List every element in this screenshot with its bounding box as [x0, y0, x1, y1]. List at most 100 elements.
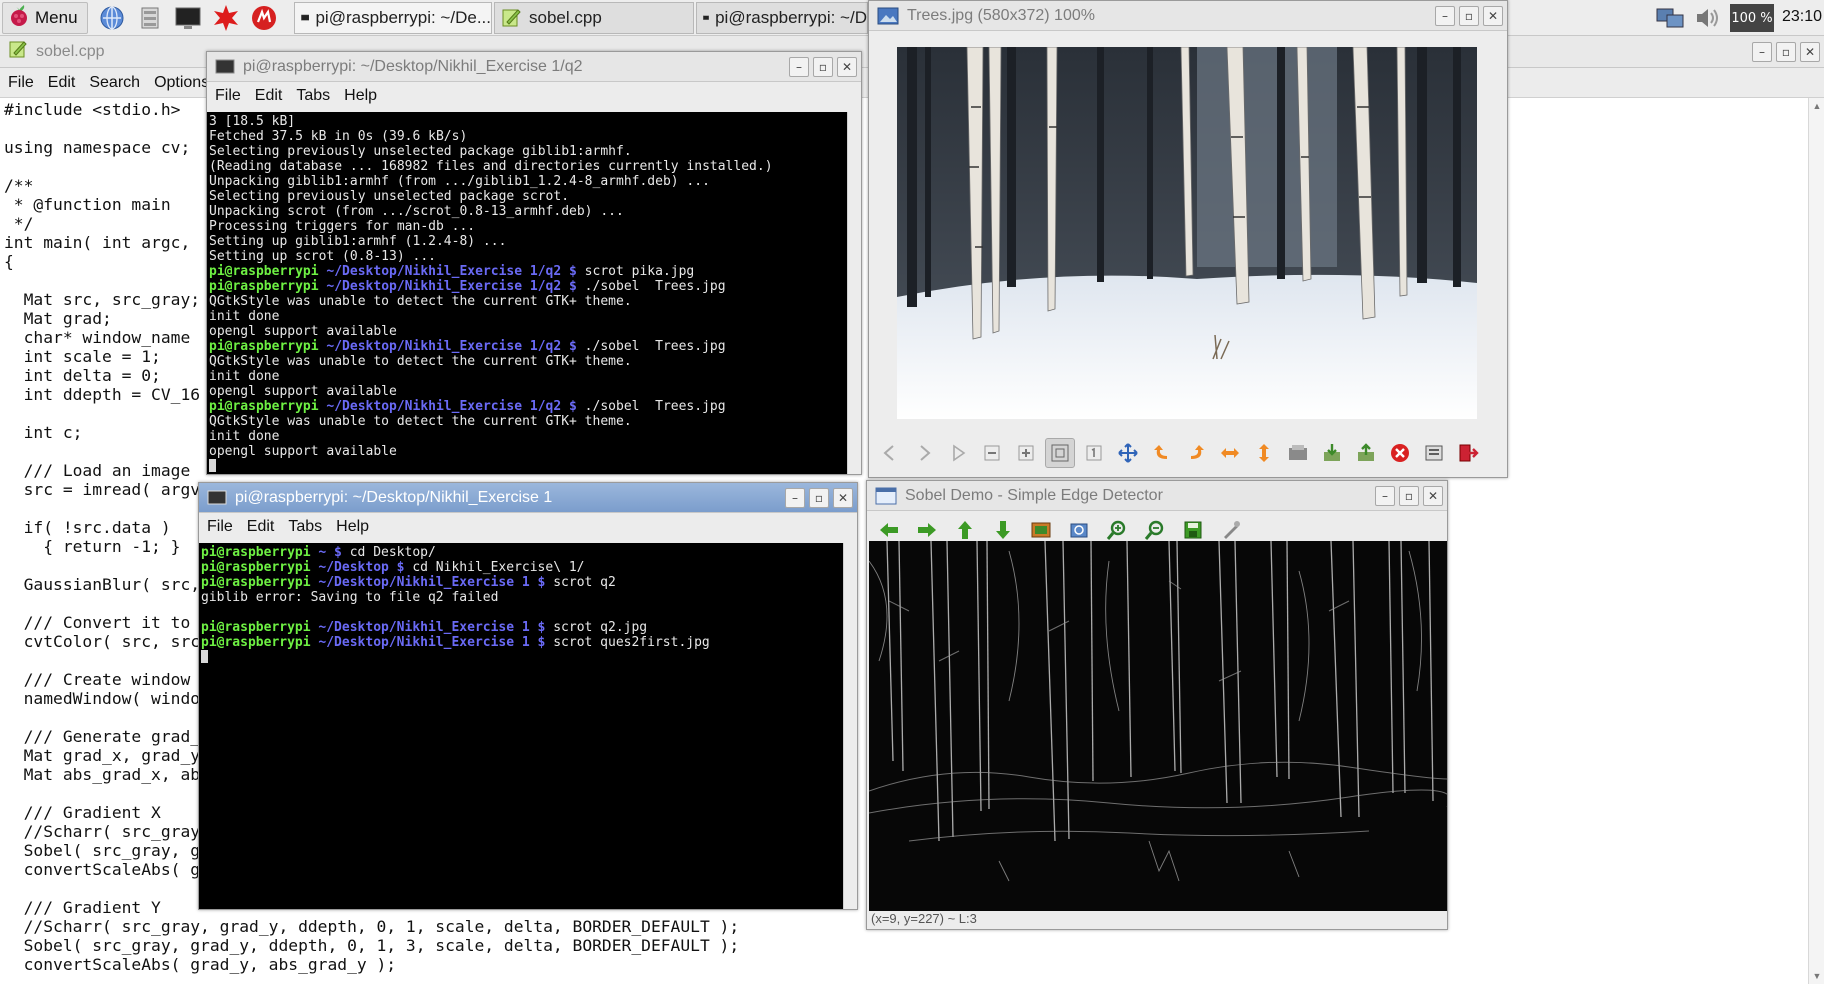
- close-button[interactable]: ✕: [837, 57, 857, 77]
- terminal-icon: [215, 59, 235, 73]
- preferences-button[interactable]: [1419, 438, 1449, 468]
- left-arrow-icon: [880, 523, 898, 537]
- minimize-button[interactable]: –: [789, 57, 809, 77]
- start-menu-button[interactable]: Menu: [2, 2, 88, 34]
- menu-file[interactable]: File: [215, 87, 241, 105]
- menu-help[interactable]: Help: [344, 87, 377, 105]
- rotate-left-button[interactable]: [1147, 438, 1177, 468]
- viewer-titlebar[interactable]: Trees.jpg (580x372) 100% – ▫ ✕: [869, 1, 1507, 31]
- terminal-line: init done: [209, 429, 859, 444]
- maximize-button[interactable]: ▫: [1459, 6, 1479, 26]
- menu-file[interactable]: File: [207, 518, 233, 536]
- terminal-scrollbar[interactable]: [847, 112, 861, 474]
- zoom-in-icon: [1106, 520, 1126, 540]
- maximize-button[interactable]: ▫: [809, 488, 829, 508]
- terminal-line: pi@raspberrypi ~ $ cd Desktop/: [201, 545, 855, 560]
- scroll-up-icon[interactable]: ▲: [1812, 101, 1822, 111]
- terminal-titlebar[interactable]: pi@raspberrypi: ~/Desktop/Nikhil_Exercis…: [199, 483, 857, 513]
- menu-edit[interactable]: Edit: [255, 87, 283, 105]
- play-button[interactable]: [943, 438, 973, 468]
- cpu-monitor[interactable]: 100 %: [1730, 4, 1774, 32]
- forward-button[interactable]: [909, 438, 939, 468]
- task-sobel-cpp[interactable]: sobel.cpp: [494, 2, 694, 34]
- terminal-output[interactable]: pi@raspberrypi ~ $ cd Desktop/pi@raspber…: [199, 543, 857, 909]
- network-icon[interactable]: [1652, 3, 1688, 33]
- close-button[interactable]: ✕: [833, 488, 853, 508]
- menu-help[interactable]: Help: [336, 518, 369, 536]
- flip-horizontal-button[interactable]: [1215, 438, 1245, 468]
- minimize-button[interactable]: –: [1375, 486, 1395, 506]
- terminal-output[interactable]: 3 [18.5 kB] Fetched 37.5 kB in 0s (39.6 k…: [207, 112, 861, 474]
- fullscreen-button[interactable]: [1113, 438, 1143, 468]
- editor-scrollbar[interactable]: ▲ ▼: [1808, 98, 1824, 984]
- volume-icon[interactable]: [1690, 3, 1726, 33]
- close-button[interactable]: ✕: [1483, 6, 1503, 26]
- exit-button[interactable]: [1453, 438, 1483, 468]
- output-text: (Reading database ... 168982 files and d…: [209, 159, 773, 174]
- menu-tabs[interactable]: Tabs: [288, 518, 322, 536]
- minimize-button[interactable]: –: [1435, 6, 1455, 26]
- menu-file[interactable]: File: [8, 74, 34, 92]
- zoom-in-button[interactable]: [1011, 438, 1041, 468]
- edge-image[interactable]: [869, 541, 1447, 911]
- menu-options[interactable]: Options: [154, 74, 209, 92]
- task-terminal-1[interactable]: pi@raspberrypi: ~/De...: [294, 2, 492, 34]
- output-text: init done: [209, 429, 280, 444]
- menu-label: Menu: [35, 8, 78, 27]
- open-button[interactable]: [1283, 438, 1313, 468]
- output-text: Selecting previously unselected package …: [209, 189, 570, 204]
- prompt-path: ~/Desktop/Nikhil_Exercise 1/q2 $: [326, 264, 577, 279]
- save-button[interactable]: [1317, 438, 1347, 468]
- minimize-button[interactable]: –: [1752, 42, 1772, 62]
- terminal-line: (Reading database ... 168982 files and d…: [209, 159, 859, 174]
- command-text: ./sobel Trees.jpg: [576, 339, 726, 354]
- sobel-title: Sobel Demo - Simple Edge Detector: [905, 486, 1163, 504]
- menu-edit[interactable]: Edit: [48, 74, 76, 92]
- save-as-button[interactable]: [1351, 438, 1381, 468]
- original-size-button[interactable]: [1079, 438, 1109, 468]
- rotate-right-button[interactable]: [1181, 438, 1211, 468]
- mathematica-icon[interactable]: [210, 3, 242, 33]
- sobel-titlebar[interactable]: Sobel Demo - Simple Edge Detector – ▫ ✕: [867, 481, 1447, 511]
- terminal-scrollbar[interactable]: [843, 543, 857, 909]
- output-text: init done: [209, 309, 280, 324]
- terminal-launcher-icon[interactable]: [172, 3, 204, 33]
- browser-icon[interactable]: [96, 3, 128, 33]
- task-terminal-2[interactable]: pi@raspberrypi: ~/D: [696, 2, 868, 34]
- prompt-path: ~/Desktop $: [318, 560, 405, 575]
- terminal-line: opengl support available: [209, 324, 859, 339]
- close-button[interactable]: ✕: [1800, 42, 1820, 62]
- close-button[interactable]: ✕: [1423, 486, 1443, 506]
- file-manager-icon[interactable]: [134, 3, 166, 33]
- terminal-line: pi@raspberrypi ~/Desktop/Nikhil_Exercise…: [209, 279, 859, 294]
- menu-edit[interactable]: Edit: [247, 518, 275, 536]
- scroll-down-icon[interactable]: ▼: [1812, 971, 1822, 981]
- terminal-line: Selecting previously unselected package …: [209, 189, 859, 204]
- prompt-path: ~/Desktop/Nikhil_Exercise 1/q2 $: [326, 339, 577, 354]
- maximize-button[interactable]: ▫: [1776, 42, 1796, 62]
- wolfram-icon[interactable]: [248, 3, 280, 33]
- code-line: convertScaleAbs( grad_y, abs_grad_y );: [4, 955, 397, 974]
- maximize-button[interactable]: ▫: [813, 57, 833, 77]
- delete-button[interactable]: [1385, 438, 1415, 468]
- code-line: Sobel( src_gray, grad_y, ddepth, 0, 1, 3…: [4, 936, 740, 955]
- output-text: opengl support available: [209, 384, 397, 399]
- minimize-button[interactable]: –: [785, 488, 805, 508]
- menu-tabs[interactable]: Tabs: [296, 87, 330, 105]
- flip-vertical-button[interactable]: [1249, 438, 1279, 468]
- terminal-line: pi@raspberrypi ~/Desktop/Nikhil_Exercise…: [209, 264, 859, 279]
- fit-button[interactable]: [1045, 438, 1075, 468]
- image-icon: [1031, 522, 1051, 538]
- prompt-path: ~/Desktop/Nikhil_Exercise 1/q2 $: [326, 279, 577, 294]
- clock[interactable]: 23:10: [1782, 8, 1822, 26]
- rotate-right-icon: [1191, 445, 1204, 459]
- output-text: opengl support available: [209, 324, 397, 339]
- zoom-out-button[interactable]: [977, 438, 1007, 468]
- menu-search[interactable]: Search: [89, 74, 140, 92]
- terminal-titlebar[interactable]: pi@raspberrypi: ~/Desktop/Nikhil_Exercis…: [207, 52, 861, 82]
- back-button[interactable]: [875, 438, 905, 468]
- terminal-cursor: [209, 459, 216, 472]
- maximize-button[interactable]: ▫: [1399, 486, 1419, 506]
- terminal-menubar: File Edit Tabs Help: [207, 82, 861, 110]
